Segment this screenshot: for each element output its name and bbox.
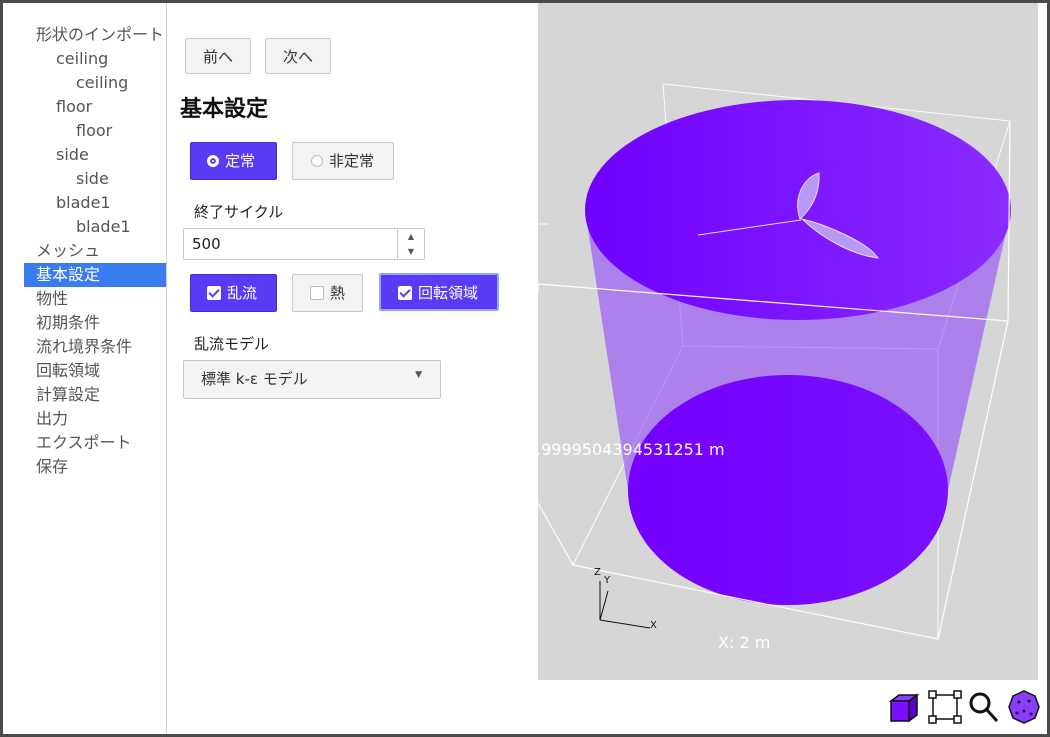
dimension-label: .9999504394531251 m: [538, 440, 725, 459]
3d-viewport[interactable]: .9999504394531251 m X: 2 m Z Y X: [538, 3, 1038, 680]
sidebar-item-ceiling-child[interactable]: ceiling: [30, 71, 166, 95]
unsteady-label: 非定常: [329, 152, 375, 170]
model-render: [538, 83, 1011, 640]
steady-label: 定常: [225, 152, 256, 170]
axis-z-label: Z: [594, 567, 601, 578]
settings-panel: 前へ 次へ 基本設定 定常 非定常 終了サイクル 500 ▲ ▼ 乱流 熱 回転…: [167, 3, 538, 734]
sidebar-item-initial-conditions[interactable]: 初期条件: [30, 311, 166, 335]
sidebar-item-import[interactable]: 形状のインポート: [30, 23, 166, 47]
turbulence-checkbox[interactable]: 乱流: [190, 274, 277, 312]
heat-label: 熱: [330, 284, 346, 302]
turbulence-model-label: 乱流モデル: [194, 335, 270, 353]
checkbox-checked-icon: [207, 285, 221, 300]
sidebar-item-rotating-region[interactable]: 回転領域: [30, 359, 166, 383]
radio-unselected-icon: [311, 154, 323, 167]
checkbox-checked-icon: [398, 285, 412, 300]
sidebar-item-blade1-child[interactable]: blade1: [30, 215, 166, 239]
steady-radio-button[interactable]: 定常: [190, 142, 277, 180]
sidebar-item-ceiling[interactable]: ceiling: [30, 47, 166, 71]
sidebar-item-calc-settings[interactable]: 計算設定: [30, 383, 166, 407]
sidebar-item-floor[interactable]: floor: [30, 95, 166, 119]
sidebar-item-blade1[interactable]: blade1: [30, 191, 166, 215]
end-cycle-stepper[interactable]: ▲ ▼: [397, 229, 424, 259]
turbulence-model-select[interactable]: 標準 k-ε モデル ▼: [183, 360, 441, 399]
end-cycle-label: 終了サイクル: [194, 203, 284, 221]
sidebar-item-side-child[interactable]: side: [30, 167, 166, 191]
end-cycle-input[interactable]: 500 ▲ ▼: [183, 228, 425, 260]
app-window: 形状のインポート ceiling ceiling floor floor side side…: [0, 0, 1050, 737]
next-button[interactable]: 次へ: [265, 38, 331, 74]
sidebar-item-export[interactable]: エクスポート: [30, 431, 166, 455]
rotating-region-label: 回転領域: [418, 284, 479, 302]
sidebar-item-save[interactable]: 保存: [30, 455, 166, 479]
fit-view-icon[interactable]: [1007, 689, 1041, 725]
sidebar-item-basic-settings[interactable]: 基本設定: [24, 263, 166, 287]
sidebar-item-output[interactable]: 出力: [30, 407, 166, 431]
turbulence-model-value: 標準 k-ε モデル: [201, 370, 308, 388]
radio-selected-icon: [207, 154, 219, 167]
bounding-box-icon[interactable]: [927, 689, 962, 725]
decrement-icon[interactable]: ▼: [398, 244, 424, 259]
checkbox-unchecked-icon: [310, 285, 324, 300]
axes-triad: [599, 581, 651, 629]
sidebar-item-side[interactable]: side: [30, 143, 166, 167]
heat-checkbox[interactable]: 熱: [292, 274, 363, 312]
chevron-down-icon: ▼: [415, 370, 422, 380]
unsteady-radio-button[interactable]: 非定常: [292, 142, 394, 180]
axis-y-label: Y: [604, 575, 611, 586]
rotating-region-checkbox[interactable]: 回転領域: [379, 273, 499, 311]
increment-icon[interactable]: ▲: [398, 229, 424, 244]
floor-surface: [628, 375, 948, 605]
end-cycle-value: 500: [192, 235, 221, 253]
view-toolbar: [883, 689, 1043, 725]
sidebar-item-floor-child[interactable]: floor: [30, 119, 166, 143]
sidebar-item-properties[interactable]: 物性: [30, 287, 166, 311]
zoom-icon[interactable]: [967, 689, 1001, 725]
sidebar-tree: 形状のインポート ceiling ceiling floor floor side side…: [24, 23, 166, 479]
sidebar-item-boundary-conditions[interactable]: 流れ境界条件: [30, 335, 166, 359]
turbulence-label: 乱流: [227, 284, 258, 302]
page-title: 基本設定: [180, 97, 269, 122]
solid-view-icon[interactable]: [887, 689, 921, 725]
x-dimension-label: X: 2 m: [718, 633, 771, 652]
sidebar: 形状のインポート ceiling ceiling floor floor side side…: [3, 3, 167, 734]
sidebar-item-mesh[interactable]: メッシュ: [30, 239, 166, 263]
prev-button[interactable]: 前へ: [185, 38, 251, 74]
axis-x-label: X: [650, 620, 657, 631]
